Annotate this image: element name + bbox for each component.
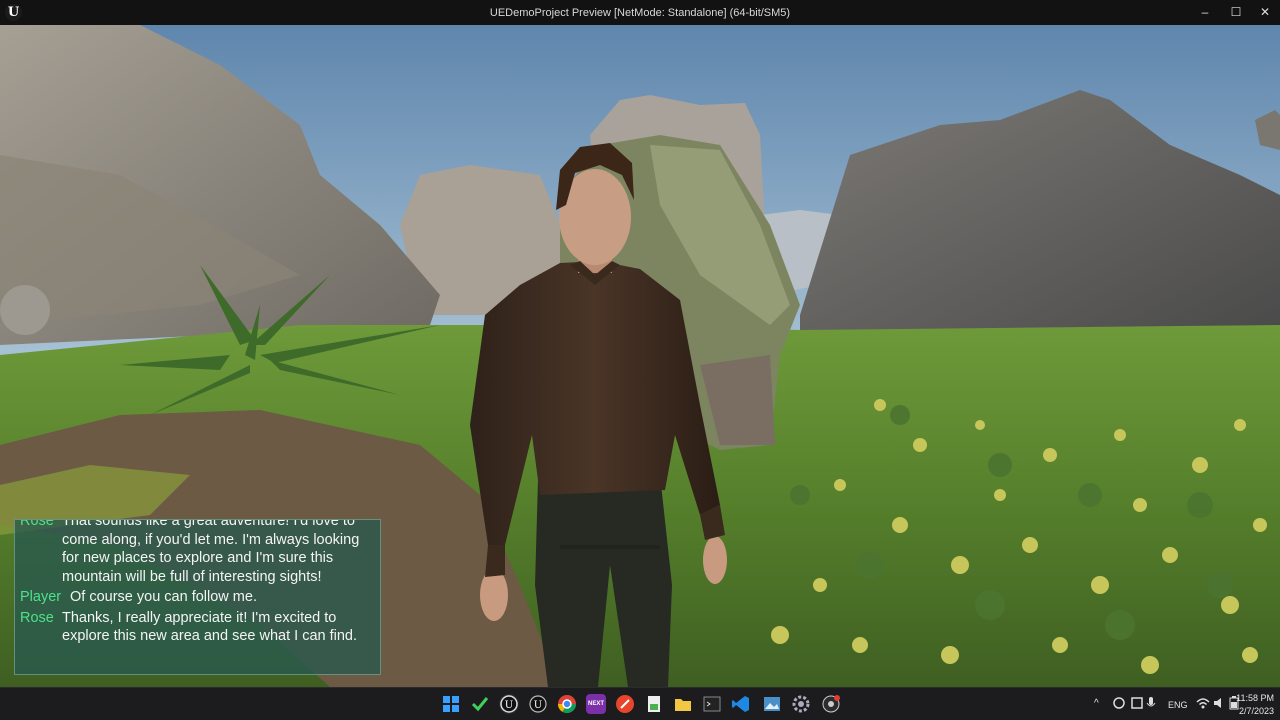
tray-app-icon[interactable] [1112, 696, 1126, 720]
clock[interactable]: 11:58 PM 2/7/2023 [1232, 693, 1274, 720]
window-title: UEDemoProject Preview [NetMode: Standalo… [489, 7, 791, 19]
next-app-icon[interactable]: NEXT [586, 694, 606, 714]
volume-icon[interactable] [1212, 696, 1226, 720]
chrome-icon[interactable] [557, 694, 577, 714]
window-titlebar: U UEDemoProject Preview [NetMode: Standa… [0, 0, 1280, 25]
vscode-icon[interactable] [731, 694, 751, 714]
unreal-engine-2-icon[interactable]: U [528, 694, 548, 714]
settings-icon[interactable] [791, 694, 811, 714]
obs-icon[interactable] [821, 694, 841, 714]
speaker-name: Player [20, 589, 62, 605]
image-viewer-icon[interactable] [762, 694, 782, 714]
file-explorer-icon[interactable] [673, 694, 693, 714]
wifi-icon[interactable] [1196, 696, 1210, 720]
clock-time: 11:58 PM [1236, 693, 1274, 703]
close-button[interactable]: ✕ [1250, 0, 1280, 25]
notes-app-icon[interactable] [644, 694, 664, 714]
dialogue-line: Player Of course you can follow me. [15, 588, 380, 607]
tray-app2-icon[interactable] [1130, 696, 1144, 720]
dialogue-text: Thanks, I really appreciate it! I'm exci… [62, 609, 358, 645]
svg-text:U: U [505, 700, 513, 711]
taskbar: U U NEXT ^ ENG 11:58 PM 2/7/2023 [0, 687, 1280, 720]
windows-start-icon[interactable] [441, 694, 461, 714]
language-indicator[interactable]: ENG [1168, 700, 1188, 720]
dialogue-line: Rose That sounds like a great adventure!… [15, 519, 380, 586]
svg-text:U: U [534, 700, 542, 711]
dialogue-text: That sounds like a great adventure! I'd … [62, 519, 360, 585]
speaker-name: Rose [20, 609, 54, 626]
tray-overflow-chevron[interactable]: ^ [1094, 698, 1099, 720]
speaker-name: Rose [20, 519, 54, 529]
microphone-icon[interactable] [1146, 696, 1156, 720]
minimize-button[interactable]: – [1190, 0, 1220, 25]
maximize-button[interactable]: ☐ [1221, 0, 1251, 25]
dialogue-text: Of course you can follow me. [70, 589, 257, 605]
red-app-icon[interactable] [615, 694, 635, 714]
dialogue-line: Rose Thanks, I really appreciate it! I'm… [15, 609, 380, 646]
dialogue-box: Rose That sounds like a great adventure!… [14, 519, 381, 675]
clock-date: 2/7/2023 [1238, 706, 1274, 716]
checkmark-app-icon[interactable] [470, 694, 490, 714]
unreal-engine-icon[interactable]: U [499, 694, 519, 714]
terminal-icon[interactable] [702, 694, 722, 714]
